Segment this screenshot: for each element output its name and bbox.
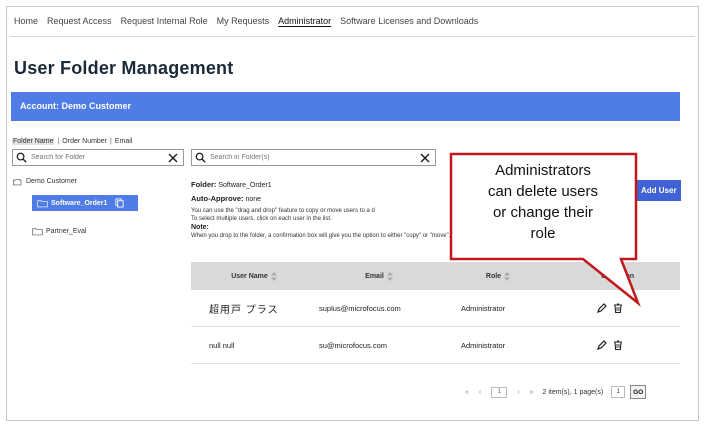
cell-user-name: 超用戸 プラス [209, 304, 279, 316]
column-header-user-name[interactable]: User Name [191, 271, 317, 281]
search-icon [16, 152, 27, 163]
tree-item-label: Software_Order1 [51, 199, 108, 207]
prev-page-button[interactable]: ‹ [479, 389, 481, 396]
callout-line: or change their [492, 204, 594, 221]
table-header: User Name Email Role Operation [191, 262, 680, 290]
search-icon [195, 152, 206, 163]
tree-item[interactable]: Partner_Eval [32, 224, 86, 238]
column-header-role[interactable]: Role [441, 271, 555, 281]
filter-tab-email[interactable]: Email [115, 138, 133, 145]
header-label: User Name [231, 272, 268, 280]
nav-divider [10, 36, 695, 37]
folder-tree: Demo Customer Software_Order1 Partner_Ev… [12, 174, 138, 235]
note-label: Note: [191, 224, 209, 231]
auto-approve-key: Auto-Approve: [191, 194, 244, 203]
nav-administrator[interactable]: Administrator [278, 16, 331, 26]
users-table: User Name Email Role Operation 超用戸 プラス s… [191, 262, 680, 364]
callout-line: role [530, 225, 556, 242]
folder-info: Folder: Software_Order1 [191, 180, 272, 189]
page-summary: 2 item(s), 1 page(s) [542, 388, 604, 396]
column-header-operation: Operation [555, 273, 680, 280]
column-header-email[interactable]: Email [317, 271, 441, 281]
folder-key: Folder: [191, 180, 217, 189]
cell-role: Administrator [461, 340, 506, 350]
clear-icon[interactable] [167, 152, 179, 164]
folder-search-box [12, 149, 184, 166]
user-search-input[interactable] [206, 150, 419, 165]
pagination: « ‹ 1 › » 2 item(s), 1 page(s) 1 GO [460, 385, 647, 399]
cell-role: Administrator [461, 303, 506, 313]
tree-root-label: Demo Customer [26, 177, 77, 185]
last-page-button[interactable]: » [530, 389, 534, 396]
top-nav: Home Request Access Request Internal Rol… [14, 16, 487, 26]
cell-email: su@microfocus.com [319, 340, 388, 350]
note-text: When you drop to the folder, a confirmat… [191, 233, 451, 239]
folder-icon [37, 199, 48, 207]
help-text: To select multiple users, click on each … [191, 216, 332, 222]
folder-value: Software_Order1 [218, 182, 272, 189]
tree-item-label: Partner_Eval [46, 227, 87, 235]
page-title: User Folder Management [14, 58, 234, 78]
account-bar: Account: Demo Customer [11, 92, 680, 121]
header-label: Role [485, 272, 502, 280]
callout-line: can delete users [487, 183, 599, 200]
clear-icon[interactable] [419, 152, 431, 164]
copy-icon[interactable] [115, 198, 124, 208]
first-page-button[interactable]: « [465, 389, 469, 396]
page-number-input[interactable]: 1 [491, 386, 508, 398]
sort-icon [270, 271, 277, 281]
nav-request-access[interactable]: Request Access [47, 16, 112, 26]
filter-separator: | [57, 138, 60, 145]
cell-email: suplus@microfocus.com [319, 303, 401, 313]
tree-item-selected[interactable]: Software_Order1 [32, 195, 138, 211]
header-label: Email [365, 272, 384, 280]
delete-icon[interactable] [613, 303, 623, 313]
next-page-button[interactable]: › [517, 389, 519, 396]
nav-my-requests[interactable]: My Requests [217, 16, 270, 26]
goto-page-input[interactable]: 1 [611, 386, 626, 398]
nav-request-internal-role[interactable]: Request Internal Role [121, 16, 208, 26]
edit-icon[interactable] [597, 340, 607, 350]
header-label: Operation [600, 272, 635, 280]
help-text: You can use the "drag and drop" feature … [191, 208, 375, 214]
sort-icon [504, 271, 511, 281]
add-user-button[interactable]: Add User [637, 180, 681, 201]
auto-approve-value: none [245, 196, 262, 203]
nav-software-licenses[interactable]: Software Licenses and Downloads [340, 16, 478, 26]
nav-home[interactable]: Home [14, 16, 38, 26]
filter-separator: | [110, 138, 112, 145]
edit-icon[interactable] [597, 303, 607, 313]
callout-text: Administrators can delete users or chang… [454, 160, 632, 244]
folder-icon [32, 227, 43, 235]
callout-line: Administrators [495, 162, 591, 179]
table-row[interactable]: 超用戸 プラス suplus@microfocus.com Administra… [191, 290, 680, 327]
table-row[interactable]: null null su@microfocus.com Administrato… [191, 327, 680, 364]
filter-tab-order-number[interactable]: Order Number [62, 138, 107, 145]
sort-icon [386, 271, 393, 281]
cell-operation [555, 303, 680, 313]
cell-operation [555, 340, 680, 350]
tree-root[interactable]: Demo Customer [12, 174, 77, 188]
folder-search-input[interactable] [27, 150, 167, 165]
cell-user-name: null null [209, 340, 235, 350]
go-button[interactable]: GO [630, 385, 647, 399]
filter-tab-folder-name[interactable]: Folder Name [12, 138, 55, 145]
delete-icon[interactable] [613, 340, 623, 350]
auto-approve-info: Auto-Approve: none [191, 194, 261, 203]
folder-filter-tabs: Folder Name | Order Number | Email [12, 138, 132, 145]
user-search-box [191, 149, 436, 166]
folder-open-icon [12, 177, 22, 185]
